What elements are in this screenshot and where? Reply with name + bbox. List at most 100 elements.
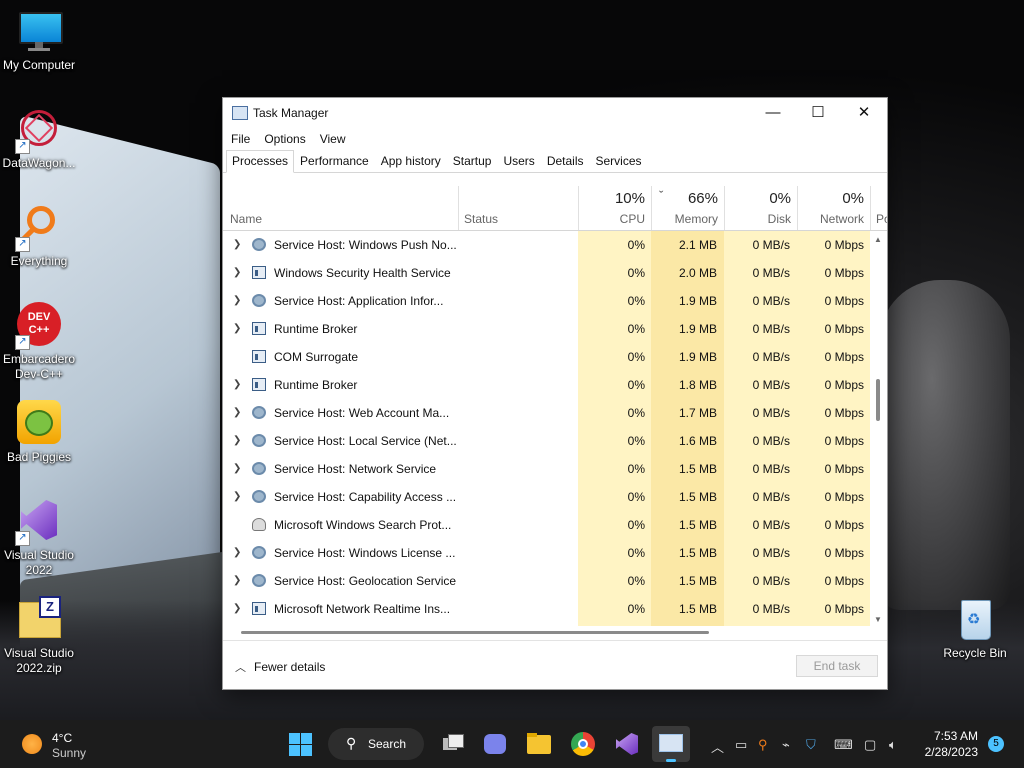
table-row[interactable]: ❯ Service Host: Local Service (Net... 0% 1.… [223, 427, 887, 455]
table-row[interactable]: ❯ Service Host: Geolocation Service 0% 1.5 … [223, 567, 887, 595]
table-row[interactable]: Microsoft Windows Search Prot... 0% 1.5 MB… [223, 511, 887, 539]
table-row[interactable]: COM Surrogate 0% 1.9 MB 0 MB/s 0 Mbps [223, 343, 887, 371]
chevron-right-icon[interactable]: ❯ [233, 239, 241, 250]
vertical-scrollbar[interactable]: ▲ ▼ [871, 231, 885, 626]
chevron-right-icon[interactable]: ❯ [233, 435, 241, 446]
title-bar[interactable]: Task Manager — ☐ ✕ [223, 98, 887, 128]
chevron-right-icon[interactable]: ❯ [233, 267, 241, 278]
chevron-up-icon[interactable]: ︿ [711, 737, 724, 756]
desktop-icon-devcpp[interactable]: DEV C++ ↗ Embarcadero Dev-C++ [0, 302, 78, 382]
table-header: Name Status 10% CPU ˇ 66% Memory 0% Disk [223, 186, 887, 231]
table-row[interactable]: ❯ Service Host: Network Service 0% 1.5 MB 0 … [223, 455, 887, 483]
chevron-right-icon[interactable]: ❯ [233, 603, 241, 614]
fewer-details-label: Fewer details [254, 660, 326, 674]
clock-date[interactable]: 2/28/2023 [918, 745, 978, 759]
menu-file[interactable]: File [231, 128, 250, 150]
chrome-icon[interactable] [569, 730, 597, 758]
network-value: 0 Mbps [824, 602, 864, 616]
disk-value: 0 MB/s [752, 294, 790, 308]
chevron-right-icon[interactable]: ❯ [233, 379, 241, 390]
table-row[interactable]: ❯ Windows Security Health Service 0% 2.0 MB… [223, 259, 887, 287]
column-header-memory[interactable]: ˇ 66% Memory [651, 186, 724, 230]
network-off-icon[interactable]: ⌁ [782, 737, 790, 753]
search-box[interactable]: ⚲ Search [328, 728, 424, 760]
column-header-cpu[interactable]: 10% CPU [578, 186, 651, 230]
table-row[interactable]: ❯ Runtime Broker 0% 1.9 MB 0 MB/s 0 Mbps [223, 315, 887, 343]
monitor-icon [15, 8, 63, 56]
tab-app-history[interactable]: App history [375, 150, 447, 172]
weather-temp[interactable]: 4°C [52, 731, 72, 745]
display-icon[interactable]: ▢ [864, 737, 876, 753]
desktop-icon-everything[interactable]: ↗ Everything [0, 204, 78, 269]
scrollbar-thumb[interactable] [876, 379, 880, 421]
network-value: 0 Mbps [824, 434, 864, 448]
cpu-value: 0% [627, 546, 645, 560]
chevron-right-icon[interactable]: ❯ [233, 407, 241, 418]
keyboard-icon[interactable]: ⌨ [834, 737, 853, 753]
chevron-right-icon[interactable]: ❯ [233, 547, 241, 558]
tab-services[interactable]: Services [590, 150, 648, 172]
desktop-icon-bad-piggies[interactable]: Bad Piggies [0, 400, 78, 465]
table-row[interactable]: ❯ Service Host: Application Infor... 0% 1.9… [223, 287, 887, 315]
task-manager-taskbar-icon[interactable] [652, 726, 690, 762]
network-value: 0 Mbps [824, 322, 864, 336]
scroll-down-icon[interactable]: ▼ [874, 615, 882, 624]
desktop-icon-recycle-bin[interactable]: ♻ Recycle Bin [936, 596, 1014, 661]
volume-icon[interactable]: 🔈︎ [889, 737, 897, 753]
weather-condition[interactable]: Sunny [52, 746, 86, 760]
desktop-icon-label: DataWagon... [2, 156, 76, 170]
clock-time[interactable]: 7:53 AM [930, 729, 978, 743]
menu-options[interactable]: Options [264, 128, 305, 150]
defender-icon[interactable]: ⛉ [806, 737, 816, 753]
column-header-power[interactable]: Po [871, 186, 887, 230]
visual-studio-taskbar-icon[interactable] [613, 730, 641, 758]
search-everything-icon[interactable]: ⚲ [758, 737, 768, 753]
end-task-button[interactable]: End task [796, 655, 878, 677]
disk-value: 0 MB/s [752, 378, 790, 392]
desktop-icon-label: Visual Studio 2022.zip [4, 646, 74, 675]
horizontal-scrollbar-thumb[interactable] [241, 631, 709, 634]
memory-value: 2.1 MB [678, 238, 717, 252]
maximize-button[interactable]: ☐ [795, 98, 841, 128]
column-header-network[interactable]: 0% Network [797, 186, 870, 230]
minimize-button[interactable]: — [750, 98, 796, 128]
menu-view[interactable]: View [320, 128, 346, 150]
tab-users[interactable]: Users [497, 150, 540, 172]
memory-value: 1.5 MB [678, 518, 717, 532]
tab-performance[interactable]: Performance [294, 150, 375, 172]
table-row[interactable]: ❯ Microsoft Network Realtime Ins... 0% 1.5 … [223, 595, 887, 623]
column-header-disk[interactable]: 0% Disk [724, 186, 797, 230]
desktop-icon-datawagon[interactable]: ↗ DataWagon... [0, 106, 78, 171]
table-row[interactable]: ❯ Service Host: Web Account Ma... 0% 1.7 MB… [223, 399, 887, 427]
start-icon[interactable] [287, 730, 315, 758]
tab-startup[interactable]: Startup [447, 150, 498, 172]
fewer-details-button[interactable]: ︿ Fewer details [235, 659, 325, 675]
chevron-right-icon[interactable]: ❯ [233, 463, 241, 474]
chat-icon[interactable] [481, 730, 509, 758]
tab-processes[interactable]: Processes [226, 150, 295, 173]
desktop-icon-visual-studio-zip[interactable]: Z Visual Studio 2022.zip [0, 596, 78, 676]
chevron-right-icon[interactable]: ❯ [233, 575, 241, 586]
desktop-icon-my-computer[interactable]: My Computer [0, 8, 78, 73]
chevron-right-icon[interactable]: ❯ [233, 491, 241, 502]
desktop-icon-visual-studio[interactable]: ↗ Visual Studio 2022 [0, 498, 78, 578]
close-button[interactable]: ✕ [841, 98, 887, 128]
tab-details[interactable]: Details [541, 150, 590, 172]
table-row[interactable]: ❯ Service Host: Capability Access ... 0% 1.… [223, 483, 887, 511]
sun-icon[interactable] [22, 734, 42, 754]
column-header-status[interactable]: Status [458, 186, 578, 230]
table-row[interactable]: ❯ Runtime Broker 0% 1.8 MB 0 MB/s 0 Mbps [223, 371, 887, 399]
scroll-up-icon[interactable]: ▲ [874, 235, 882, 244]
process-table: Name Status 10% CPU ˇ 66% Memory 0% Disk [223, 186, 887, 626]
column-header-name[interactable]: Name [230, 186, 458, 230]
chevron-right-icon[interactable]: ❯ [233, 323, 241, 334]
file-explorer-icon[interactable] [525, 730, 553, 758]
notification-badge[interactable]: 5 [988, 736, 1004, 752]
desktop-icon-label: Embarcadero Dev-C++ [2, 352, 76, 381]
table-row[interactable]: ❯ Service Host: Windows License ... 0% 1.5 … [223, 539, 887, 567]
tablet-icon[interactable]: ▭ [735, 737, 747, 753]
chevron-right-icon[interactable]: ❯ [233, 295, 241, 306]
task-view-icon[interactable] [439, 730, 467, 758]
table-row[interactable]: ❯ Service Host: Windows Push No... 0% 2.1 M… [223, 231, 887, 259]
memory-value: 1.9 MB [678, 294, 717, 308]
